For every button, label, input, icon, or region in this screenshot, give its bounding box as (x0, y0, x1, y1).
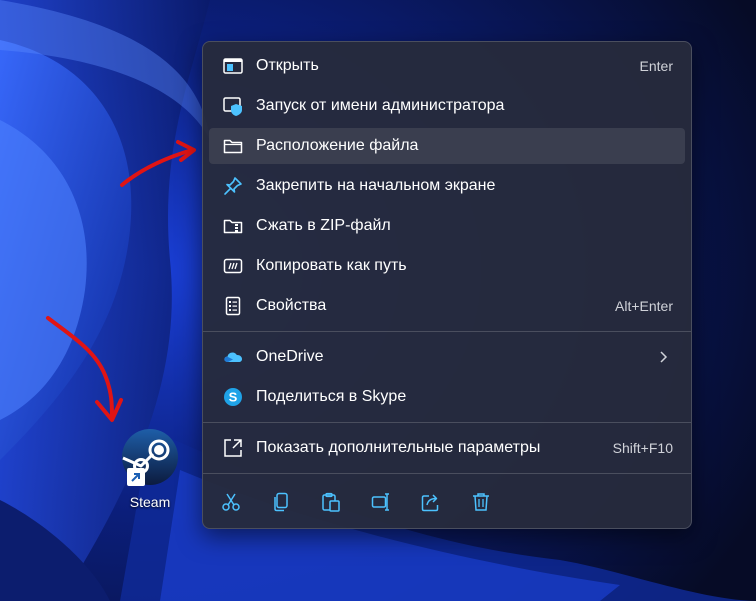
shield-admin-icon (223, 96, 243, 116)
share-button[interactable] (413, 484, 449, 520)
properties-icon (223, 296, 243, 316)
shortcut-hint: Shift+F10 (612, 440, 673, 456)
copy-button[interactable] (263, 484, 299, 520)
shortcut-hint: Alt+Enter (615, 298, 673, 314)
menu-item-compress-zip[interactable]: Сжать в ZIP-файл (209, 208, 685, 244)
skype-icon: S (223, 387, 243, 407)
delete-button[interactable] (463, 484, 499, 520)
menu-item-share-skype[interactable]: S Поделиться в Skype (209, 379, 685, 415)
menu-separator (203, 473, 691, 474)
rename-icon (371, 493, 389, 511)
shortcut-label: Steam (129, 494, 171, 510)
menu-item-copy-as-path[interactable]: Копировать как путь (209, 248, 685, 284)
context-menu: Открыть Enter Запуск от имени администра… (202, 41, 692, 529)
paste-button[interactable] (313, 484, 349, 520)
menu-item-label: Открыть (256, 57, 319, 74)
menu-item-pin-to-start[interactable]: Закрепить на начальном экране (209, 168, 685, 204)
paste-icon (322, 492, 340, 512)
copy-icon (274, 492, 288, 512)
menu-item-show-more-options[interactable]: Показать дополнительные параметры Shift+… (209, 430, 685, 466)
menu-separator (203, 422, 691, 423)
folder-icon (223, 136, 243, 156)
menu-item-run-as-admin[interactable]: Запуск от имени администратора (209, 88, 685, 124)
menu-item-label: Закрепить на начальном экране (256, 177, 496, 194)
svg-text:S: S (229, 390, 238, 405)
menu-item-label: OneDrive (256, 348, 324, 365)
steam-icon (121, 428, 179, 486)
desktop-shortcut-steam[interactable]: Steam (112, 428, 188, 518)
shortcut-arrow-icon (127, 468, 145, 486)
delete-icon (473, 493, 489, 511)
copy-path-icon (223, 256, 243, 276)
menu-item-label: Запуск от имени администратора (256, 97, 505, 114)
menu-item-label: Расположение файла (256, 137, 419, 154)
chevron-right-icon (657, 348, 671, 366)
open-window-icon (223, 56, 243, 76)
menu-item-open[interactable]: Открыть Enter (209, 48, 685, 84)
menu-item-label: Поделиться в Skype (256, 388, 407, 405)
menu-item-onedrive[interactable]: OneDrive (209, 339, 685, 375)
menu-item-file-location[interactable]: Расположение файла (209, 128, 685, 164)
menu-item-label: Свойства (256, 297, 327, 314)
zip-folder-icon (223, 216, 243, 236)
menu-item-label: Копировать как путь (256, 257, 407, 274)
cut-button[interactable] (213, 484, 249, 520)
shortcut-hint: Enter (639, 58, 673, 74)
menu-item-label: Показать дополнительные параметры (256, 439, 541, 456)
cut-icon (222, 493, 240, 511)
show-more-icon (223, 438, 243, 458)
menu-separator (203, 331, 691, 332)
onedrive-icon (223, 347, 243, 367)
rename-button[interactable] (363, 484, 399, 520)
pin-icon (223, 176, 243, 196)
menu-item-properties[interactable]: Свойства Alt+Enter (209, 288, 685, 324)
share-icon (421, 494, 439, 512)
menu-item-label: Сжать в ZIP-файл (256, 217, 391, 234)
